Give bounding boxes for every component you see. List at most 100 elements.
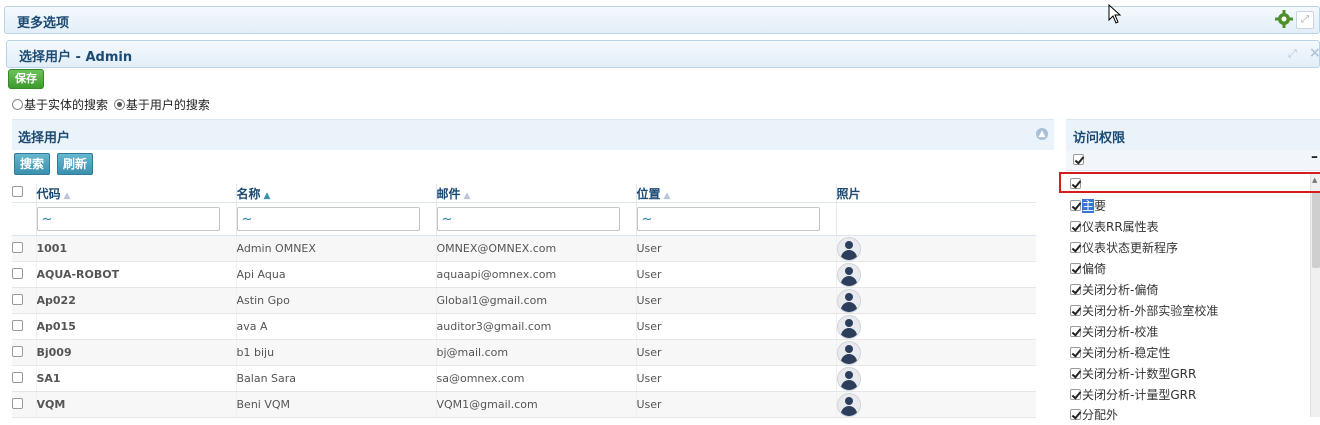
sort-icon: ▲ (663, 190, 671, 201)
access-item[interactable]: 分配外 (1070, 405, 1118, 425)
access-item-checkbox[interactable] (1070, 409, 1081, 420)
avatar (837, 366, 861, 391)
location-filter-input[interactable] (636, 207, 820, 231)
name-cell: ava A (235, 313, 436, 340)
column-header-name[interactable]: 名称 ▲ (235, 184, 436, 203)
email-cell: bj@mail.com (435, 339, 636, 366)
row-checkbox[interactable] (12, 345, 23, 357)
popout-icon[interactable]: ⤢ (1296, 11, 1314, 29)
row-checkbox[interactable] (12, 371, 23, 383)
location-cell: User (635, 313, 836, 340)
scroll-thumb[interactable] (1312, 192, 1320, 268)
access-item-checkbox[interactable] (1070, 200, 1081, 211)
collapse-dash-icon[interactable]: – (1311, 149, 1318, 165)
access-item-label: 关闭分析-偏倚 (1082, 283, 1159, 297)
access-item-label: 关闭分析-计数型GRR (1082, 367, 1197, 381)
name-filter-input[interactable] (236, 207, 420, 231)
access-item[interactable]: 关闭分析-计量型GRR (1070, 385, 1196, 405)
sort-icon: ▲ (463, 190, 471, 201)
access-item[interactable]: 关闭分析-校准 (1070, 322, 1158, 342)
more-options-bar[interactable]: 更多选项 (4, 6, 1320, 34)
access-item[interactable]: 偏倚 (1070, 259, 1106, 279)
location-cell: User (635, 365, 836, 392)
code-cell: VQM (35, 391, 236, 418)
user-search-label: 基于用户的搜索 (125, 98, 210, 112)
access-scrollbar[interactable]: ▲ (1310, 174, 1320, 417)
user-grid-title: 选择用户 (18, 131, 71, 146)
row-checkbox[interactable] (12, 293, 23, 305)
access-item[interactable]: 关闭分析-稳定性 (1070, 343, 1170, 363)
select-all-checkbox[interactable] (12, 186, 23, 197)
access-item-checkbox[interactable] (1070, 221, 1081, 232)
access-item-checkbox[interactable] (1070, 389, 1081, 400)
email-cell: VQM1@gmail.com (435, 391, 636, 418)
code-cell: SA1 (35, 365, 236, 392)
access-item-label: 关闭分析-外部实验室校准 (1082, 304, 1219, 318)
access-item[interactable]: 关闭分析-偏倚 (1070, 280, 1158, 300)
filter-cell (235, 202, 436, 236)
email-filter-input[interactable] (436, 207, 620, 231)
access-item[interactable] (1070, 174, 1082, 194)
access-item-label: 分配外 (1082, 408, 1119, 422)
photo-cell (835, 339, 1036, 366)
entity-search-radio[interactable]: 基于实体的搜索 (12, 98, 108, 112)
table-row[interactable]: SA1 Balan Sara sa@omnex.com User (12, 365, 1036, 392)
search-mode-group: 基于实体的搜索 基于用户的搜索 (12, 96, 210, 113)
search-button[interactable]: 搜索 (14, 153, 51, 175)
gear-icon[interactable] (1275, 10, 1293, 28)
save-button[interactable]: 保存 (8, 69, 44, 89)
table-row[interactable]: AQUA-ROBOT Api Aqua aquaapi@omnex.com User (12, 261, 1036, 288)
photo-cell (835, 391, 1036, 418)
email-cell: auditor3@gmail.com (435, 313, 636, 340)
select-user-panel-header: 选择用户 - Admin (6, 40, 1320, 68)
close-icon[interactable]: × (1309, 45, 1320, 61)
access-item[interactable]: 关闭分析-外部实验室校准 (1070, 301, 1218, 321)
code-cell: Ap015 (35, 313, 236, 340)
row-checkbox[interactable] (12, 319, 23, 331)
access-item[interactable]: 关闭分析-计数型GRR (1070, 364, 1196, 384)
name-cell: Admin OMNEX (235, 235, 436, 262)
avatar (837, 392, 861, 417)
access-item-checkbox[interactable] (1070, 284, 1081, 295)
photo-cell (835, 287, 1036, 314)
access-item-checkbox[interactable] (1070, 263, 1081, 274)
access-item-checkbox[interactable] (1070, 305, 1081, 316)
column-header-photo: 照片 (835, 184, 1036, 203)
access-item-checkbox[interactable] (1070, 178, 1081, 189)
access-item-checkbox[interactable] (1070, 326, 1081, 337)
location-cell: User (635, 261, 836, 288)
row-checkbox[interactable] (12, 267, 23, 279)
user-search-radio[interactable]: 基于用户的搜索 (113, 98, 210, 112)
avatar (837, 288, 861, 313)
filter-spacer (12, 202, 36, 236)
email-cell: Global1@gmail.com (435, 287, 636, 314)
column-header-code[interactable]: 代码 ▲ (35, 184, 236, 203)
table-row[interactable]: Ap015 ava Aauditor3@gmail.com User (12, 313, 1036, 340)
access-item[interactable]: 仪表RR属性表 (1070, 217, 1159, 237)
access-select-all-checkbox[interactable] (1073, 154, 1084, 165)
row-checkbox[interactable] (12, 241, 23, 253)
column-header-email[interactable]: 邮件 ▲ (435, 184, 636, 203)
row-checkbox[interactable] (12, 397, 23, 409)
table-row[interactable]: Bj009 b1 biju bj@mail.com User (12, 339, 1036, 366)
code-cell: AQUA-ROBOT (35, 261, 236, 288)
access-item-label: 关闭分析-稳定性 (1082, 346, 1171, 360)
access-item[interactable]: 仪表状态更新程序 (1070, 238, 1178, 258)
location-cell: User (635, 391, 836, 418)
photo-cell (835, 261, 1036, 288)
access-item-checkbox[interactable] (1070, 242, 1081, 253)
refresh-button[interactable]: 刷新 (57, 153, 94, 175)
table-row[interactable]: VQM Beni VQM VQM1@gmail.com User (12, 391, 1036, 418)
cursor-icon (1108, 3, 1122, 27)
column-header-location[interactable]: 位置 ▲ (635, 184, 836, 203)
access-item-checkbox[interactable] (1070, 347, 1081, 358)
access-item-checkbox[interactable] (1070, 368, 1081, 379)
code-filter-input[interactable] (36, 207, 220, 231)
table-row[interactable]: 1001 Admin OMNEX OMNEX@OMNEX.com User (12, 235, 1036, 262)
table-row[interactable]: Ap022 Astin Gpo Global1@gmail.com User (12, 287, 1036, 314)
access-item-label-rest: 要 (1094, 199, 1107, 213)
access-item[interactable]: 主要 (1070, 196, 1106, 216)
collapse-icon[interactable]: ▲ (1036, 128, 1048, 140)
email-cell: sa@omnex.com (435, 365, 636, 392)
panel-popout-icon[interactable]: ⤢ (1288, 47, 1297, 61)
